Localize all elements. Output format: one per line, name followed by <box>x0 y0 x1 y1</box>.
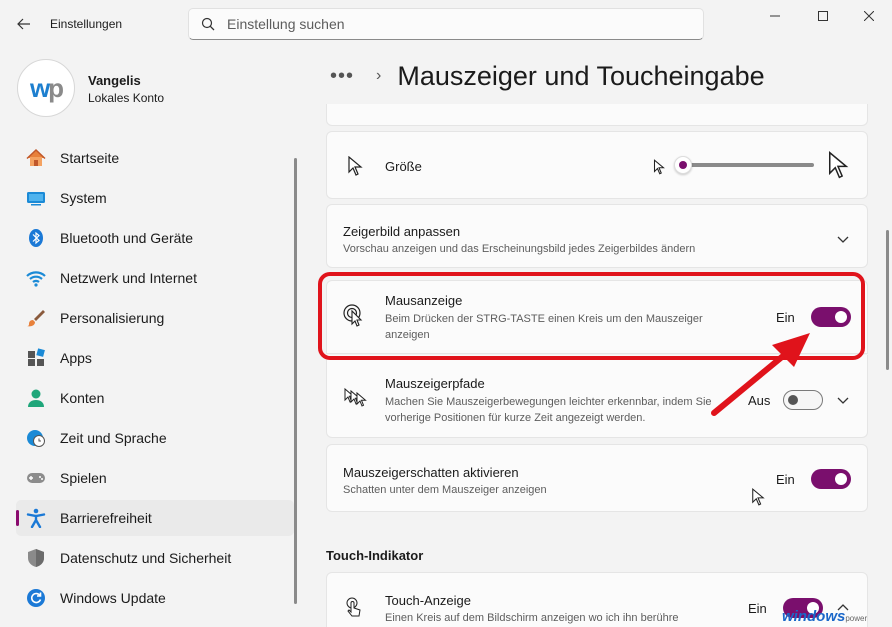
chevron-down-icon[interactable] <box>835 231 851 247</box>
sidebar-item-label: Barrierefreiheit <box>60 510 152 526</box>
sidebar-nav: Startseite System Bluetooth und Geräte N… <box>16 140 294 620</box>
size-title: Größe <box>385 159 422 174</box>
title-bar: Einstellungen Einstellung suchen <box>0 0 892 48</box>
sidebar-item-accounts[interactable]: Konten <box>16 380 294 416</box>
mouse-indicator-state: Ein <box>776 310 795 325</box>
mouse-cursor-icon <box>752 488 765 506</box>
annotation-arrow <box>711 333 810 416</box>
sidebar-item-bluetooth[interactable]: Bluetooth und Geräte <box>16 220 294 256</box>
minimize-icon <box>770 15 780 17</box>
avatar[interactable]: wp <box>17 59 75 117</box>
minimize-button[interactable] <box>752 0 798 32</box>
pointer-shadow-title: Mauszeigerschatten aktivieren <box>343 465 519 480</box>
sidebar-item-label: Spielen <box>60 470 107 486</box>
sidebar-item-label: Netzwerk und Internet <box>60 270 197 286</box>
pointer-image-desc: Vorschau anzeigen und das Erscheinungsbi… <box>343 243 696 255</box>
profile-name: Vangelis <box>88 73 141 88</box>
breadcrumb: ••• › Mauszeiger und Toucheingabe <box>330 58 765 94</box>
bluetooth-icon <box>26 228 46 248</box>
mouse-indicator-desc: Beim Drücken der STRG-TASTE einen Kreis … <box>385 313 703 341</box>
touch-display-desc: Einen Kreis auf dem Bildschirm anzeigen … <box>385 612 679 624</box>
sidebar-item-label: Startseite <box>60 150 120 166</box>
setting-card-pointer-image[interactable]: Zeigerbild anpassen Vorschau anzeigen un… <box>326 204 868 268</box>
sidebar-item-startseite[interactable]: Startseite <box>16 140 294 176</box>
watermark: windowspower <box>782 608 867 625</box>
sidebar-item-label: Bluetooth und Geräte <box>60 230 194 246</box>
brush-icon <box>26 308 46 328</box>
chevron-down-icon[interactable] <box>835 392 851 408</box>
apps-icon <box>26 348 46 368</box>
pointer-shadow-toggle[interactable] <box>811 469 851 489</box>
mouse-indicator-toggle[interactable] <box>811 307 851 327</box>
pointer-shadow-state: Ein <box>776 472 795 487</box>
previous-setting-card <box>326 104 868 126</box>
sidebar-item-privacy[interactable]: Datenschutz und Sicherheit <box>16 540 294 576</box>
shield-icon <box>26 548 46 568</box>
sidebar-item-label: Windows Update <box>60 590 166 606</box>
mouse-indicator-title: Mausanzeige <box>385 293 463 308</box>
sidebar-item-personalization[interactable]: Personalisierung <box>16 300 294 336</box>
maximize-icon <box>818 11 828 21</box>
sidebar-item-accessibility[interactable]: Barrierefreiheit <box>16 500 294 536</box>
sidebar-item-time-language[interactable]: Zeit und Sprache <box>16 420 294 456</box>
touch-display-title: Touch-Anzeige <box>385 593 471 608</box>
large-pointer-icon <box>828 151 849 179</box>
home-icon <box>26 148 46 168</box>
breadcrumb-more-button[interactable]: ••• <box>330 65 354 88</box>
setting-card-pointer-shadow: Mauszeigerschatten aktivieren Schatten u… <box>326 444 868 512</box>
chevron-right-icon: › <box>376 67 382 84</box>
size-slider-thumb[interactable] <box>674 156 692 174</box>
clock-globe-icon <box>26 428 46 448</box>
sidebar-item-label: Personalisierung <box>60 310 165 326</box>
sidebar-item-label: System <box>60 190 107 206</box>
accessibility-icon <box>26 508 46 528</box>
search-icon <box>201 17 215 31</box>
watermark-sub: power <box>845 614 868 623</box>
main-scrollbar[interactable] <box>886 230 889 370</box>
search-placeholder: Einstellung suchen <box>227 16 345 32</box>
close-button[interactable] <box>846 0 892 32</box>
sidebar-item-windows-update[interactable]: Windows Update <box>16 580 294 616</box>
touch-icon <box>346 597 361 617</box>
size-slider-track[interactable] <box>684 163 814 167</box>
sidebar-scrollbar[interactable] <box>294 158 297 604</box>
gamepad-icon <box>26 468 46 488</box>
watermark-main: windows <box>782 608 846 625</box>
touch-display-state: Ein <box>748 601 767 616</box>
sidebar-item-network[interactable]: Netzwerk und Internet <box>16 260 294 296</box>
wifi-icon <box>26 268 46 288</box>
pointer-image-title: Zeigerbild anpassen <box>343 224 461 239</box>
close-icon <box>864 11 874 21</box>
page-title: Mauszeiger und Toucheingabe <box>397 60 765 91</box>
system-icon <box>26 188 46 208</box>
pointer-trails-desc: Machen Sie Mauszeigerbewegungen leichter… <box>385 396 712 424</box>
search-input[interactable]: Einstellung suchen <box>188 8 704 40</box>
app-title: Einstellungen <box>50 17 123 31</box>
back-arrow-icon <box>17 18 30 30</box>
update-icon <box>26 588 46 608</box>
sidebar-item-gaming[interactable]: Spielen <box>16 460 294 496</box>
avatar-logo: wp <box>29 72 64 103</box>
sidebar-item-label: Konten <box>60 390 105 406</box>
mouse-indicator-icon <box>343 304 363 327</box>
section-heading-touch: Touch-Indikator <box>326 548 424 563</box>
maximize-button[interactable] <box>800 0 846 32</box>
pointer-trails-icon <box>344 387 367 407</box>
small-pointer-icon <box>653 159 665 175</box>
back-button[interactable] <box>10 12 38 36</box>
sidebar-item-label: Apps <box>60 350 92 366</box>
pointer-icon <box>348 156 363 176</box>
pointer-trails-title: Mauszeigerpfade <box>385 376 485 391</box>
profile-account-type: Lokales Konto <box>88 91 165 105</box>
sidebar-item-system[interactable]: System <box>16 180 294 216</box>
account-icon <box>26 388 46 408</box>
pointer-shadow-desc: Schatten unter dem Mauszeiger anzeigen <box>343 484 547 496</box>
sidebar-item-apps[interactable]: Apps <box>16 340 294 376</box>
sidebar-item-label: Datenschutz und Sicherheit <box>60 550 232 566</box>
sidebar-item-label: Zeit und Sprache <box>60 430 167 446</box>
